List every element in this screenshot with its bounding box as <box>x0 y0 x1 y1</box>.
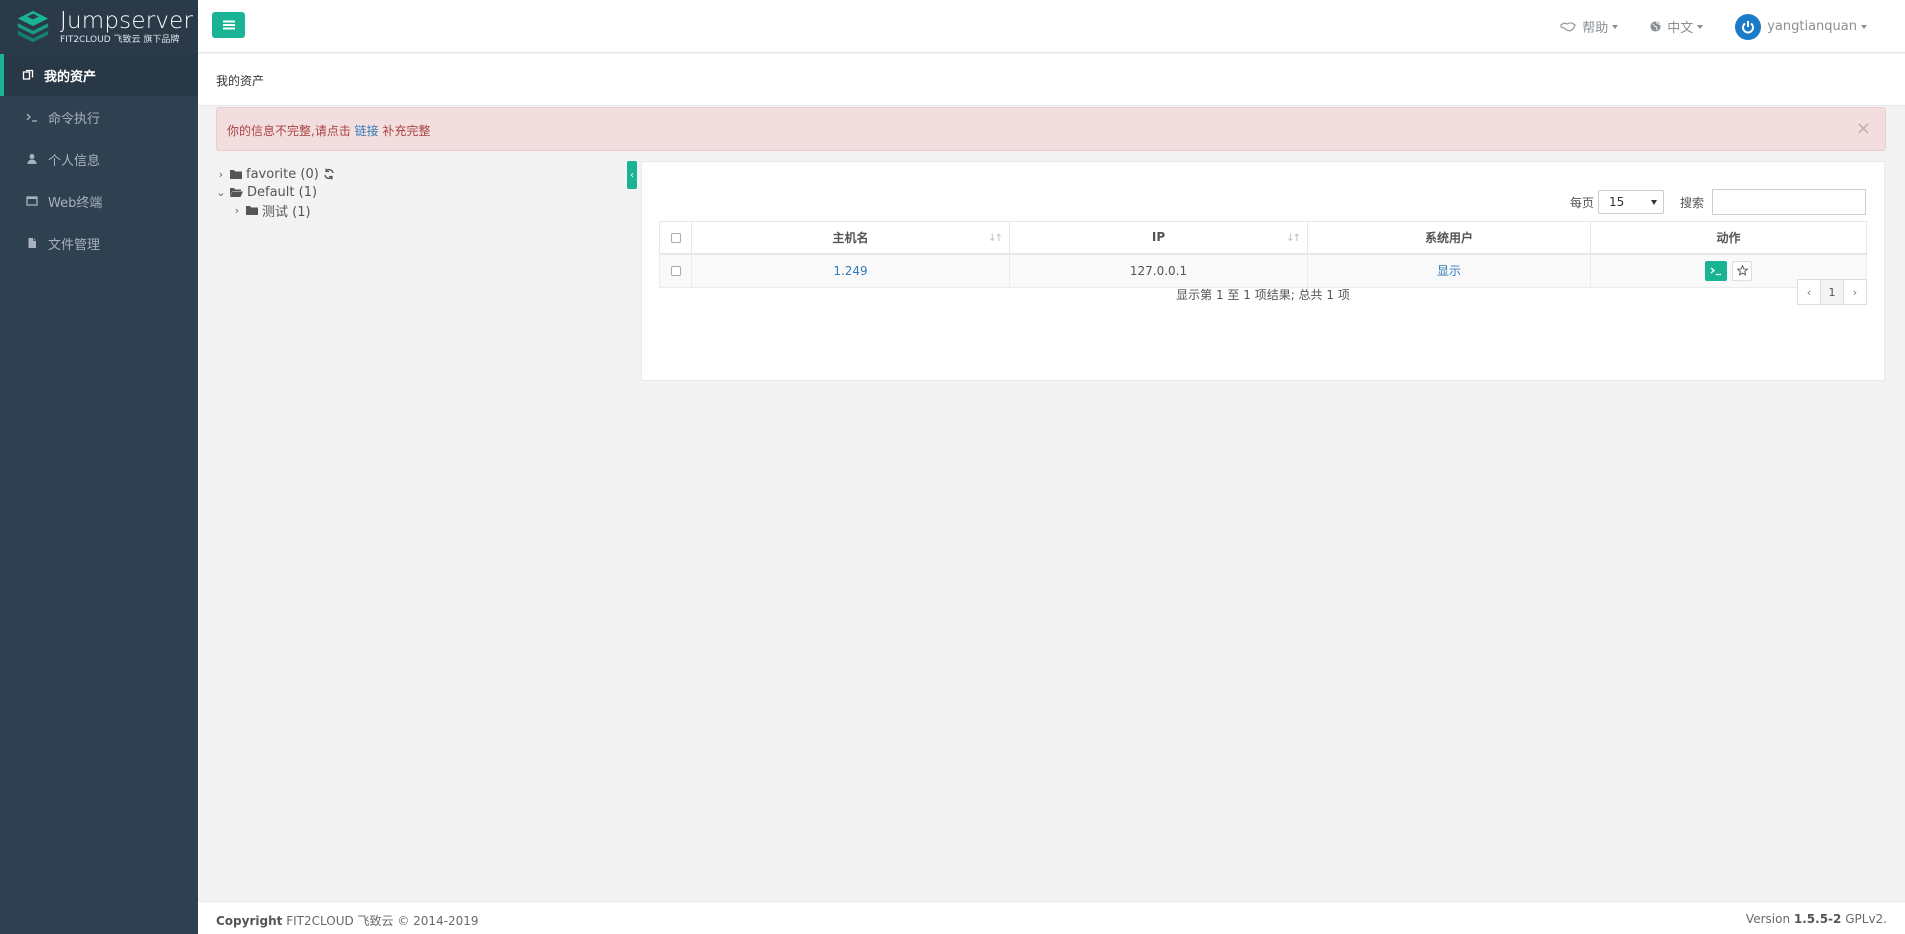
page-number-button[interactable]: 1 <box>1820 279 1844 305</box>
brand-title: Jumpserver <box>60 7 194 34</box>
tree-node-default[interactable]: ⌄ Default (1) <box>216 183 616 201</box>
sidebar-item-label: Web终端 <box>48 195 103 211</box>
top-navbar: 帮助 中文 yangtianquan <box>198 0 1905 53</box>
window-icon <box>26 195 38 207</box>
page-title: 我的资产 <box>216 74 265 88</box>
select-all-checkbox[interactable] <box>670 232 681 243</box>
cube-icon <box>22 69 34 81</box>
alert-text-after: 补充完整 <box>382 124 431 138</box>
language-menu[interactable]: 中文 <box>1650 17 1704 36</box>
alert-text-before: 你的信息不完整,请点击 <box>227 124 351 138</box>
hamburger-icon <box>222 20 235 30</box>
per-page-label: 每页 <box>1569 195 1594 210</box>
page-heading: 我的资产 <box>198 54 1905 106</box>
sidebar-item-label: 我的资产 <box>44 69 97 85</box>
hostname-link[interactable]: 1.249 <box>833 264 867 278</box>
column-header-action: 动作 <box>1590 221 1867 255</box>
avatar <box>1735 13 1762 40</box>
version-number: 1.5.5-2 <box>1793 912 1842 926</box>
folder-icon <box>230 169 242 179</box>
star-icon <box>1736 265 1748 277</box>
chevron-left-icon: ‹ <box>630 169 634 181</box>
row-checkbox[interactable] <box>670 266 681 277</box>
asset-tree: › favorite (0) ⌄ Default (1) › 测试 (1) <box>216 165 616 220</box>
caret-down-icon <box>1650 200 1657 205</box>
asset-table-panel: 每页 15 搜索 主机名 ↓↑ IP ↓↑ 系统用户 动作 1.249 127.… <box>641 161 1885 381</box>
refresh-icon[interactable] <box>323 168 335 180</box>
power-icon <box>1742 20 1755 33</box>
search-label: 搜索 <box>1679 195 1704 210</box>
copyright-text: FIT2CLOUD 飞致云 © 2014-2019 <box>286 914 479 928</box>
sidebar-item-file-manager[interactable]: 文件管理 <box>0 222 198 264</box>
jumpserver-logo-icon <box>17 10 49 43</box>
user-icon <box>26 153 38 165</box>
file-icon <box>26 237 38 249</box>
collapse-tree-button[interactable]: ‹ <box>627 161 637 189</box>
caret-down-icon <box>1861 24 1867 29</box>
sort-icon[interactable]: ↓↑ <box>1286 233 1301 244</box>
search-input[interactable] <box>1712 189 1866 215</box>
help-menu[interactable]: 帮助 <box>1560 17 1619 36</box>
tree-node-label: favorite (0) <box>246 166 319 182</box>
sidebar-item-profile[interactable]: 个人信息 <box>0 138 198 180</box>
terminal-icon <box>1710 267 1721 275</box>
tree-node-favorite[interactable]: › favorite (0) <box>216 165 616 183</box>
column-header-ip[interactable]: IP ↓↑ <box>1009 221 1308 255</box>
footer: Copyright FIT2CLOUD 飞致云 © 2014-2019 Vers… <box>198 901 1905 934</box>
globe-icon <box>1650 21 1661 32</box>
sidebar-item-label: 个人信息 <box>48 153 101 169</box>
version-label: Version <box>1745 912 1791 926</box>
language-label: 中文 <box>1667 21 1694 36</box>
chevron-right-icon[interactable]: › <box>232 204 242 217</box>
incomplete-info-alert: 你的信息不完整,请点击 链接 补充完整 × <box>216 107 1886 151</box>
folder-icon <box>246 205 258 215</box>
chevron-down-icon[interactable]: ⌄ <box>216 186 226 199</box>
sidebar-item-label: 文件管理 <box>48 237 101 253</box>
column-header-system-user: 系统用户 <box>1307 221 1591 255</box>
per-page-select[interactable]: 15 <box>1597 190 1664 214</box>
license-text: GPLv2. <box>1845 912 1887 926</box>
username: yangtianquan <box>1767 19 1857 34</box>
complete-info-link[interactable]: 链接 <box>355 124 379 138</box>
tree-node-label: 测试 (1) <box>262 204 311 220</box>
per-page-value: 15 <box>1608 195 1625 209</box>
sidebar-item-label: 命令执行 <box>48 111 101 127</box>
chevron-right-icon[interactable]: › <box>216 168 226 181</box>
select-all-header <box>659 221 692 255</box>
next-page-button[interactable]: › <box>1843 279 1867 305</box>
connect-terminal-button[interactable] <box>1704 260 1727 281</box>
sidebar: Jumpserver FIT2CLOUD 飞致云 旗下品牌 我的资产 命令执行 … <box>0 0 198 934</box>
toggle-sidebar-button[interactable] <box>212 12 245 38</box>
copyright-label: Copyright <box>216 914 283 928</box>
tree-node-label: Default (1) <box>247 184 318 200</box>
tree-node-test[interactable]: › 测试 (1) <box>216 201 616 220</box>
sidebar-item-my-assets[interactable]: 我的资产 <box>0 54 198 96</box>
sidebar-item-web-terminal[interactable]: Web终端 <box>0 180 198 222</box>
handshake-icon <box>1560 21 1576 33</box>
terminal-icon <box>26 111 38 123</box>
help-label: 帮助 <box>1582 21 1609 36</box>
close-icon[interactable]: × <box>1856 118 1871 139</box>
sidebar-nav: 我的资产 命令执行 个人信息 Web终端 文件管理 <box>0 54 198 264</box>
brand-subtitle: FIT2CLOUD 飞致云 旗下品牌 <box>60 34 180 45</box>
table-info: 显示第 1 至 1 项结果; 总共 1 项 <box>1176 288 1350 302</box>
user-menu[interactable]: yangtianquan <box>1735 13 1867 40</box>
asset-table: 主机名 ↓↑ IP ↓↑ 系统用户 动作 1.249 127.0.0.1 显示 <box>659 221 1867 288</box>
table-row: 1.249 127.0.0.1 显示 <box>659 253 1867 288</box>
prev-page-button[interactable]: ‹ <box>1797 279 1821 305</box>
folder-open-icon <box>230 187 243 197</box>
caret-down-icon <box>1697 24 1704 29</box>
table-header-row: 主机名 ↓↑ IP ↓↑ 系统用户 动作 <box>659 221 1867 255</box>
sort-icon[interactable]: ↓↑ <box>988 233 1003 244</box>
sidebar-item-command-exec[interactable]: 命令执行 <box>0 96 198 138</box>
column-header-hostname[interactable]: 主机名 ↓↑ <box>691 221 1010 255</box>
favorite-button[interactable] <box>1732 260 1753 281</box>
show-system-users-link[interactable]: 显示 <box>1437 264 1461 278</box>
logo[interactable]: Jumpserver FIT2CLOUD 飞致云 旗下品牌 <box>0 0 198 54</box>
ip-cell: 127.0.0.1 <box>1009 253 1308 288</box>
caret-down-icon <box>1612 24 1619 29</box>
pagination: ‹ 1 › <box>1797 279 1867 305</box>
